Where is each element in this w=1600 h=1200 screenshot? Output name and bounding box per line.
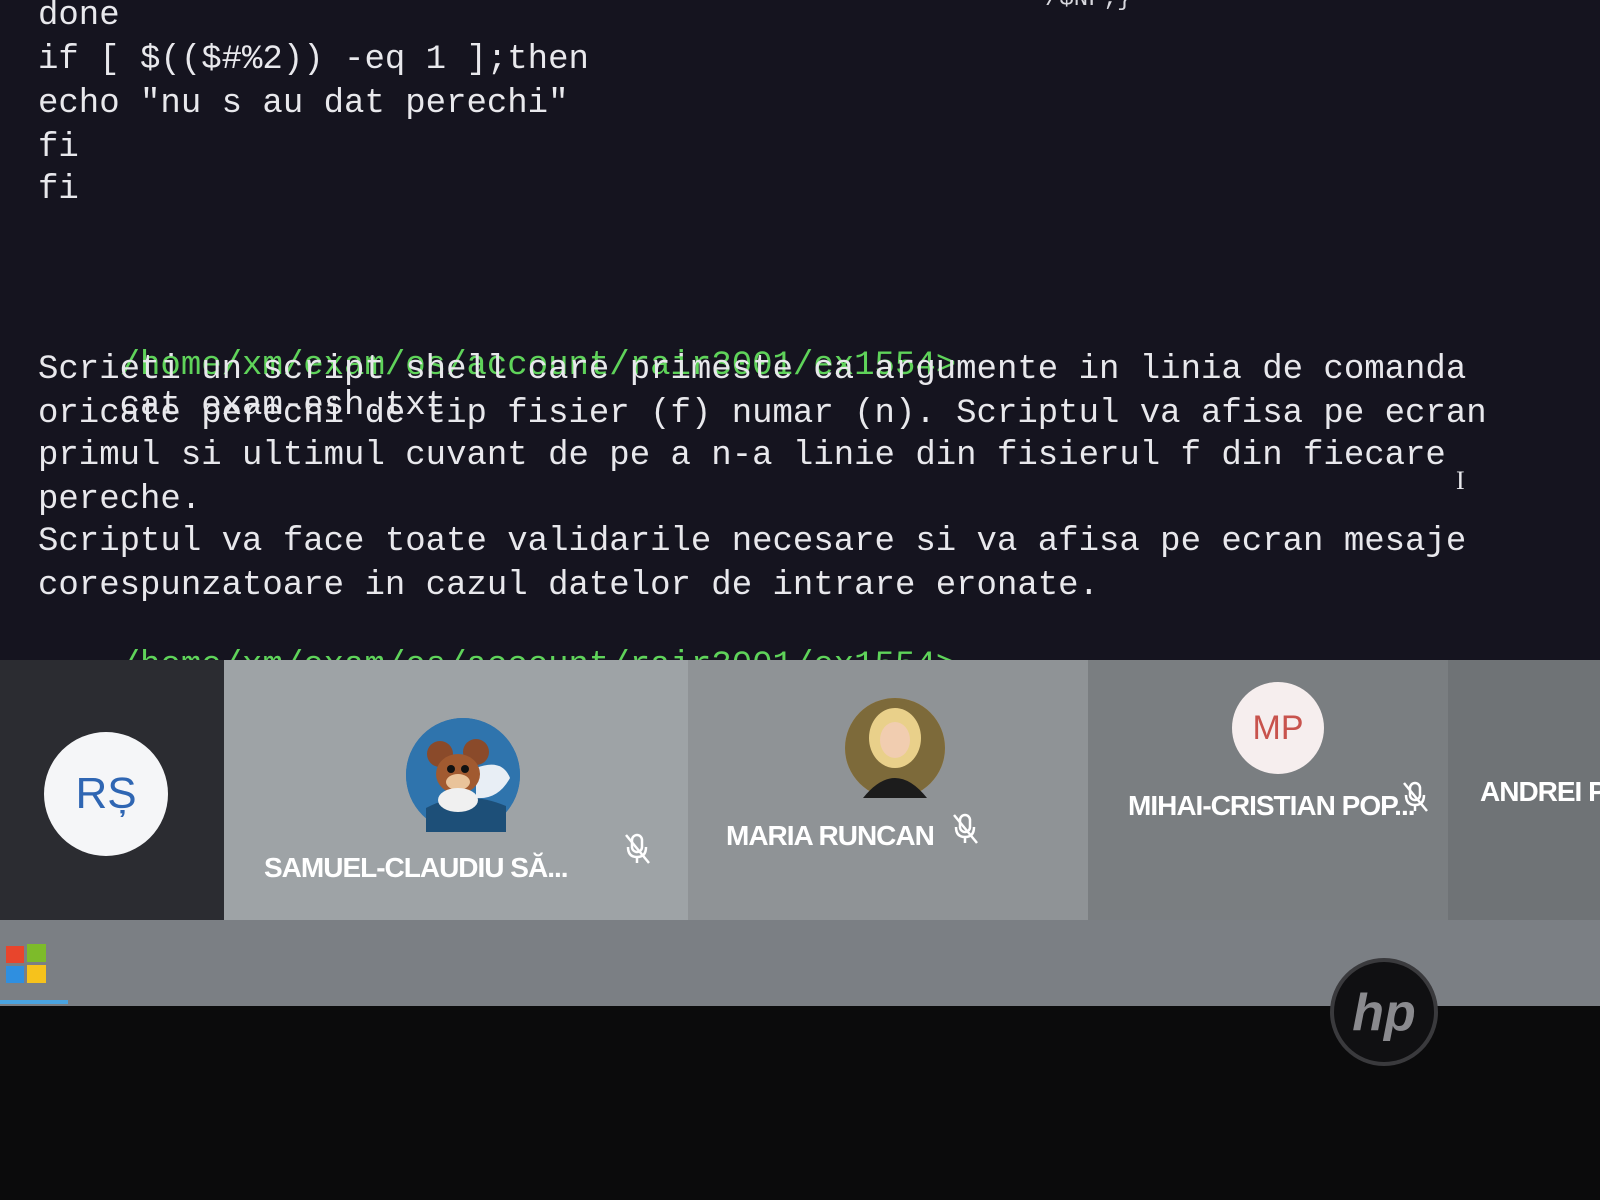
participant-tile[interactable]: RȘ [0,660,224,920]
participant-name: SAMUEL-CLAUDIU SĂ... [264,852,569,883]
active-prompt-line[interactable]: /home/xm/exam/os/account/rair3001/ex1554… [38,606,957,660]
participant-tile[interactable]: ANDREI P [1448,660,1600,920]
participant-name: ANDREI P [1480,776,1600,807]
terminal-line: if [ $(($#%2)) -eq 1 ];then [38,41,589,79]
file-line: Scrieti un script shell care primeste ca… [38,351,1467,389]
svg-text:hp: hp [1352,984,1416,1042]
participant-name: MIHAI-CRISTIAN POP... [1128,790,1416,821]
mic-muted-icon [953,813,978,844]
file-line: Scriptul va face toate validarile necesa… [38,523,1467,561]
active-indicator [0,1000,68,1004]
mic-muted-icon [625,833,650,864]
participant-tile[interactable]: SAMUEL-CLAUDIU SĂ... [224,660,688,920]
file-line: primul si ultimul cuvant de pe a n-a lin… [38,437,1446,475]
avatar: MP [1232,682,1324,774]
participant-tile[interactable]: MP MIHAI-CRISTIAN POP... [1088,660,1448,920]
windows-logo-icon[interactable] [4,942,48,986]
terminal-cut-off-text: /$NF;}' [1045,0,1146,13]
avatar: RȘ [44,732,168,856]
shell-prompt: /home/xm/exam/os/account/rair3001/ex1554… [120,647,957,660]
avatar [406,718,520,832]
file-line: corespunzatoare in cazul datelor de intr… [38,567,1099,605]
terminal-window[interactable]: /$NF;}' done if [ $(($#%2)) -eq 1 ];then… [0,0,1600,660]
terminal-line: done [38,0,120,35]
participants-strip: RȘ SAMUEL-CLAUDIU SĂ... MARIA RUNCAN MP … [0,660,1600,920]
text-cursor-icon: I [1456,466,1465,495]
file-line: oricate perechi de tip fisier (f) numar … [38,395,1487,433]
mic-muted-icon [1403,781,1428,812]
participant-tile[interactable]: MARIA RUNCAN [688,660,1088,920]
file-line: pereche. [38,481,202,519]
terminal-line: echo "nu s au dat perechi" [38,85,569,123]
terminal-line: fi [38,171,79,209]
terminal-line: fi [38,129,79,167]
participant-name: MARIA RUNCAN [726,820,935,851]
profile-photo-icon [845,698,945,798]
hp-logo-icon: hp [1330,958,1438,1066]
cartoon-mouse-icon [406,718,520,832]
avatar [845,698,945,798]
